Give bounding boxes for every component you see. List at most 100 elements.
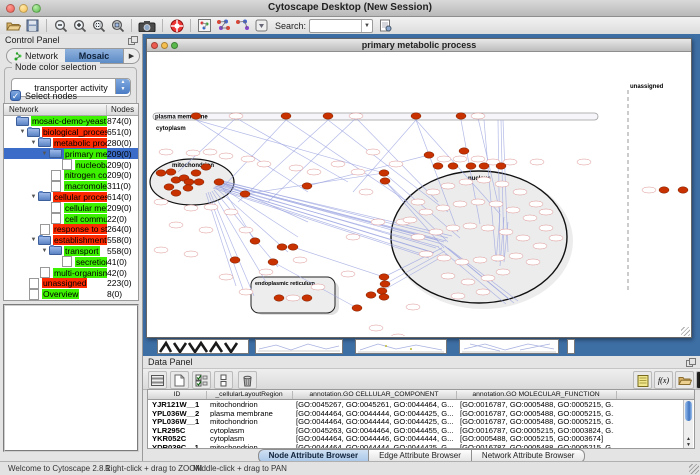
graph-label-node[interactable] — [451, 293, 465, 299]
col-id[interactable]: ID — [148, 391, 207, 399]
float-panel-icon[interactable] — [686, 358, 695, 366]
graph-red-node[interactable] — [379, 274, 389, 280]
tree-row[interactable]: nucleobase-co209(0) — [4, 159, 138, 170]
graph-label-node[interactable] — [369, 325, 383, 331]
new-attribute-icon[interactable] — [170, 371, 189, 389]
table-row[interactable]: YPL036W__2plasma membrane[GO:0044464, GO… — [148, 409, 694, 418]
graph-label-node[interactable] — [453, 201, 467, 207]
graph-red-node[interactable] — [352, 305, 362, 311]
graph-label-node[interactable] — [411, 234, 425, 240]
table-cell[interactable]: plasma membrane — [210, 409, 290, 418]
graph-red-node[interactable] — [240, 191, 250, 197]
view-resize-grip[interactable] — [681, 327, 690, 336]
graph-label-node[interactable] — [389, 161, 403, 167]
graph-edge[interactable] — [268, 118, 356, 202]
expand-arrow-icon[interactable]: ▼ — [29, 237, 38, 243]
graph-label-node[interactable] — [476, 289, 490, 295]
graph-red-node[interactable] — [191, 170, 201, 176]
graph-label-node[interactable] — [204, 204, 218, 210]
graph-label-node[interactable] — [289, 165, 303, 171]
graph-label-node[interactable] — [453, 156, 467, 162]
expand-arrow-icon[interactable]: ▼ — [40, 151, 49, 157]
graph-red-node[interactable] — [323, 113, 333, 119]
table-row[interactable]: YJR121W__1mitochondrion[GO:0045267, GO:0… — [148, 400, 694, 409]
table-row[interactable]: YKR052Ccytoplasm[GO:0044464, GO:0044446,… — [148, 434, 694, 443]
zoom-fit-icon[interactable] — [109, 18, 126, 33]
graph-label-node[interactable] — [473, 257, 487, 263]
graph-red-node[interactable] — [302, 183, 312, 189]
graph-label-node[interactable] — [239, 289, 253, 295]
graph-edge[interactable] — [307, 155, 429, 186]
graph-label-node[interactable] — [642, 187, 656, 193]
more-tabs-arrow-icon[interactable]: ▶ — [123, 49, 139, 63]
graph-label-node[interactable] — [184, 205, 198, 211]
graph-label-node[interactable] — [471, 199, 485, 205]
graph-label-node[interactable] — [463, 223, 477, 229]
graph-red-node[interactable] — [479, 163, 489, 169]
graph-label-node[interactable] — [411, 199, 425, 205]
graph-label-node[interactable] — [489, 201, 503, 207]
graph-red-node[interactable] — [466, 163, 476, 169]
graph-red-node[interactable] — [433, 163, 443, 169]
graph-label-node[interactable] — [419, 251, 433, 257]
col-molecular-function[interactable]: annotation.GO MOLECULAR_FUNCTION — [456, 391, 617, 399]
graph-label-node[interactable] — [241, 156, 255, 162]
graph-red-node[interactable] — [302, 295, 312, 301]
vizmapper-icon[interactable] — [215, 18, 232, 33]
search-dropdown-arrow[interactable]: ▼ — [361, 20, 372, 32]
graph-label-node[interactable] — [526, 259, 540, 265]
open-session-icon[interactable] — [5, 18, 22, 33]
graph-red-node[interactable] — [183, 185, 193, 191]
graph-red-node[interactable] — [274, 295, 284, 301]
graph-label-node[interactable] — [446, 225, 460, 231]
graph-label-node[interactable] — [259, 269, 273, 275]
graph-label-node[interactable] — [203, 149, 217, 155]
graph-red-node[interactable] — [277, 244, 287, 250]
graph-label-node[interactable] — [366, 149, 380, 155]
tree-row[interactable]: nitrogen compou209(0) — [4, 170, 138, 181]
filter-icon[interactable] — [234, 18, 251, 33]
layout-icon[interactable] — [196, 18, 213, 33]
graph-label-node[interactable] — [506, 207, 520, 213]
graph-red-node[interactable] — [496, 163, 506, 169]
graph-red-node[interactable] — [424, 152, 434, 158]
tree-row[interactable]: macromolecule311(0) — [4, 181, 138, 192]
graph-red-node[interactable] — [214, 179, 224, 185]
graph-red-node[interactable] — [411, 113, 421, 119]
graph-label-node[interactable] — [239, 227, 253, 233]
expand-arrow-icon[interactable]: ▼ — [29, 140, 38, 146]
graph-label-node[interactable] — [307, 169, 321, 175]
graph-red-node[interactable] — [377, 288, 387, 294]
graph-red-node[interactable] — [156, 170, 166, 176]
network-canvas[interactable]: plasma membrane cytoplasm mitochondrion … — [148, 52, 690, 336]
table-cell[interactable]: YJR121W__1 — [152, 400, 204, 409]
tree-col-network[interactable]: Network — [9, 105, 38, 114]
graph-label-node[interactable] — [293, 257, 307, 263]
table-cell[interactable]: [GO:0005488, GO:0005215, GO:0003674] — [460, 434, 614, 443]
unselect-attributes-icon[interactable] — [214, 371, 233, 389]
graph-red-node[interactable] — [164, 184, 174, 190]
delete-attribute-icon[interactable] — [238, 371, 257, 389]
table-cell[interactable]: mitochondrion — [210, 417, 290, 426]
graph-label-node[interactable] — [549, 235, 563, 241]
float-panel-icon[interactable] — [128, 36, 137, 44]
graph-red-node[interactable] — [166, 169, 176, 175]
graph-label-node[interactable] — [509, 253, 523, 259]
tree-row[interactable]: cell communicati22(0) — [4, 213, 138, 224]
graph-label-node[interactable] — [331, 161, 345, 167]
graph-label-node[interactable] — [349, 113, 363, 119]
graph-red-node[interactable] — [184, 179, 194, 185]
search-options-icon[interactable] — [377, 18, 394, 33]
expand-arrow-icon[interactable]: ▼ — [29, 194, 38, 200]
graph-label-node[interactable] — [437, 156, 451, 162]
graph-label-node[interactable] — [495, 181, 509, 187]
save-session-icon[interactable] — [24, 18, 41, 33]
graph-label-node[interactable] — [436, 205, 450, 211]
tree-col-nodes[interactable]: Nodes — [106, 105, 134, 115]
graph-label-node[interactable] — [441, 183, 455, 189]
graph-label-node[interactable] — [403, 217, 417, 223]
attribute-matrix-icon[interactable] — [696, 371, 700, 389]
graph-label-node[interactable] — [477, 177, 491, 183]
col-region[interactable]: _cellularLayoutRegion — [206, 391, 293, 399]
graph-label-node[interactable] — [219, 274, 233, 280]
